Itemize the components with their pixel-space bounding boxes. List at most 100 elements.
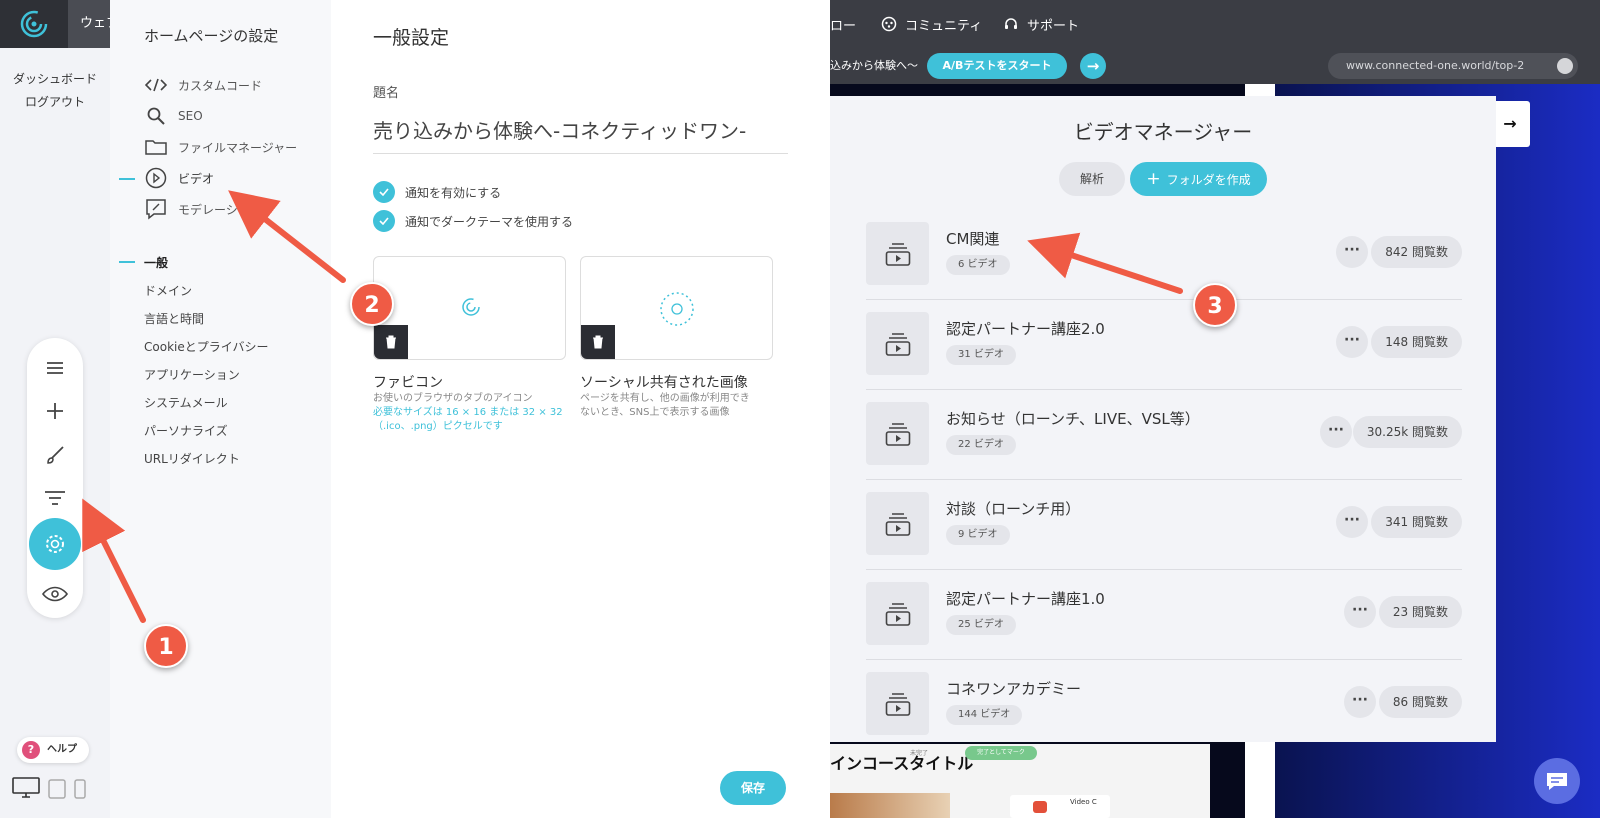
video-folder-icon xyxy=(866,312,929,375)
help-button[interactable]: ? ヘルプ xyxy=(17,737,89,763)
nav-item-moderation[interactable]: モデレーション xyxy=(144,197,262,221)
folder-video-count: 6 ビデオ xyxy=(946,255,1010,275)
social-desc-2: ないとき、SNS上で表示する画像 xyxy=(580,407,730,418)
play-circle-icon xyxy=(144,166,168,190)
favicon-delete-button[interactable] xyxy=(374,325,408,359)
notify-checkbox[interactable]: 通知を有効にする xyxy=(373,181,501,203)
link-application[interactable]: アプリケーション xyxy=(144,366,240,383)
settings-title: ホームページの設定 xyxy=(144,27,279,45)
nav-item-video[interactable]: ビデオ xyxy=(144,166,214,190)
page-name-text: 込みから体験へ〜 xyxy=(830,59,918,72)
filter-icon[interactable] xyxy=(27,480,83,516)
notify-label: 通知を有効にする xyxy=(405,185,502,200)
more-options-button[interactable]: ··· xyxy=(1344,686,1376,718)
social-image-card[interactable] xyxy=(580,256,773,360)
trash-icon xyxy=(386,335,396,349)
save-button[interactable]: 保存 xyxy=(720,771,786,805)
desktop-icon[interactable] xyxy=(12,777,40,799)
more-options-button[interactable]: ··· xyxy=(1320,416,1352,448)
folder-row[interactable]: CM関連 6 ビデオ ··· 842 閲覧数 xyxy=(866,210,1462,300)
check-icon xyxy=(373,210,395,232)
dark-theme-checkbox[interactable]: 通知でダークテーマを使用する xyxy=(373,210,573,232)
tablet-icon[interactable] xyxy=(48,779,66,799)
nav-item-file-manager[interactable]: ファイルマネージャー xyxy=(144,135,297,159)
more-options-button[interactable]: ··· xyxy=(1336,236,1368,268)
add-icon[interactable] xyxy=(27,393,83,429)
social-preview-icon xyxy=(660,292,694,326)
video-folder-icon xyxy=(866,492,929,555)
subject-input[interactable]: 売り込みから体験へ-コネクティッドワン- xyxy=(373,115,746,144)
menu-icon[interactable] xyxy=(27,350,83,386)
link-personalize[interactable]: パーソナライズ xyxy=(144,422,228,439)
folder-name: コネワンアカデミー xyxy=(946,680,1082,698)
logo-icon xyxy=(20,10,48,38)
folder-video-count: 25 ビデオ xyxy=(946,615,1016,635)
moderation-icon xyxy=(144,197,168,221)
chat-button[interactable] xyxy=(1534,758,1580,804)
brush-icon[interactable] xyxy=(27,437,83,473)
more-options-button[interactable]: ··· xyxy=(1336,506,1368,538)
app-logo[interactable] xyxy=(0,0,68,48)
url-field[interactable]: www.connected-one.world/top-2 xyxy=(1328,53,1578,79)
folder-icon xyxy=(144,135,168,159)
nav-item-seo[interactable]: SEO xyxy=(144,104,203,128)
folder-views: 86 閲覧数 xyxy=(1378,686,1462,718)
create-folder-button[interactable]: + フォルダを作成 xyxy=(1130,162,1267,196)
dark-theme-label: 通知でダークテーマを使用する xyxy=(405,214,574,229)
social-desc-1: ページを共有し、他の画像が利用でき xyxy=(580,393,750,404)
active-indicator xyxy=(119,178,135,180)
mobile-icon[interactable] xyxy=(74,779,86,799)
section-general[interactable]: 一般 xyxy=(144,254,168,271)
dashboard-link[interactable]: ダッシュボード xyxy=(0,70,110,87)
logout-link[interactable]: ログアウト xyxy=(0,93,110,110)
folder-views: 30.25k 閲覧数 xyxy=(1352,416,1462,448)
more-options-button[interactable]: ··· xyxy=(1336,326,1368,358)
analyze-button[interactable]: 解析 xyxy=(1059,162,1125,196)
favicon-desc: お使いのブラウザのタブのアイコン xyxy=(373,393,533,404)
folder-row[interactable]: コネワンアカデミー 144 ビデオ ··· 86 閲覧数 xyxy=(866,660,1462,750)
folder-views: 23 閲覧数 xyxy=(1378,596,1462,628)
settings-button[interactable] xyxy=(29,518,81,570)
folder-name: 認定パートナー講座2.0 xyxy=(946,320,1105,338)
folder-views: 341 閲覧数 xyxy=(1371,506,1462,538)
go-arrow-button[interactable]: → xyxy=(1080,53,1106,79)
preview-next-button[interactable]: → xyxy=(1490,101,1530,147)
plus-icon: + xyxy=(1146,169,1161,189)
nav-support[interactable]: サポート xyxy=(1003,0,1079,48)
video-folder-icon xyxy=(866,222,929,285)
editor-toolbar xyxy=(27,338,83,618)
eye-icon[interactable] xyxy=(27,576,83,612)
folder-row[interactable]: 認定パートナー講座1.0 25 ビデオ ··· 23 閲覧数 xyxy=(866,570,1462,660)
folder-views: 148 閲覧数 xyxy=(1371,326,1462,358)
link-system-mail[interactable]: システムメール xyxy=(144,394,228,411)
social-delete-button[interactable] xyxy=(581,325,615,359)
nav-flow[interactable]: ロー xyxy=(830,0,856,48)
gear-icon[interactable] xyxy=(1557,58,1573,74)
nav-item-custom-code[interactable]: カスタムコード xyxy=(144,73,262,97)
link-language-time[interactable]: 言語と時間 xyxy=(144,310,204,327)
preview-video-chip[interactable]: Video C xyxy=(1010,795,1110,818)
nav-community[interactable]: コミュニティ xyxy=(881,0,982,48)
favicon-card[interactable] xyxy=(373,256,566,360)
link-cookie-privacy[interactable]: Cookieとプライバシー xyxy=(144,338,269,355)
more-options-button[interactable]: ··· xyxy=(1344,596,1376,628)
link-domain[interactable]: ドメイン xyxy=(144,282,192,299)
preview-thumbnail xyxy=(830,793,950,818)
folder-video-count: 22 ビデオ xyxy=(946,435,1016,455)
nav-community-label: コミュニティ xyxy=(905,18,983,34)
folder-row[interactable]: お知らせ（ローンチ、LIVE、VSL等） 22 ビデオ ··· 30.25k 閲… xyxy=(866,390,1462,480)
ab-test-button[interactable]: A/Bテストをスタート xyxy=(927,53,1067,79)
check-icon xyxy=(373,181,395,203)
folder-row[interactable]: 対談（ローンチ用） 9 ビデオ ··· 341 閲覧数 xyxy=(866,480,1462,570)
folder-name: 対談（ローンチ用） xyxy=(946,500,1081,518)
annotation-badge-2: 2 xyxy=(350,282,394,326)
link-url-redirect[interactable]: URLリダイレクト xyxy=(144,450,240,467)
nav-item-label: カスタムコード xyxy=(178,78,263,93)
play-icon xyxy=(1033,801,1047,813)
subject-underline xyxy=(373,153,788,154)
folder-name: CM関連 xyxy=(946,230,1000,248)
folder-row[interactable]: 認定パートナー講座2.0 31 ビデオ ··· 148 閲覧数 xyxy=(866,300,1462,390)
device-switcher xyxy=(12,777,86,799)
create-folder-label: フォルダを作成 xyxy=(1166,173,1251,187)
favicon-note-1: 必要なサイズは 16 × 16 または 32 × 32 xyxy=(373,407,563,418)
